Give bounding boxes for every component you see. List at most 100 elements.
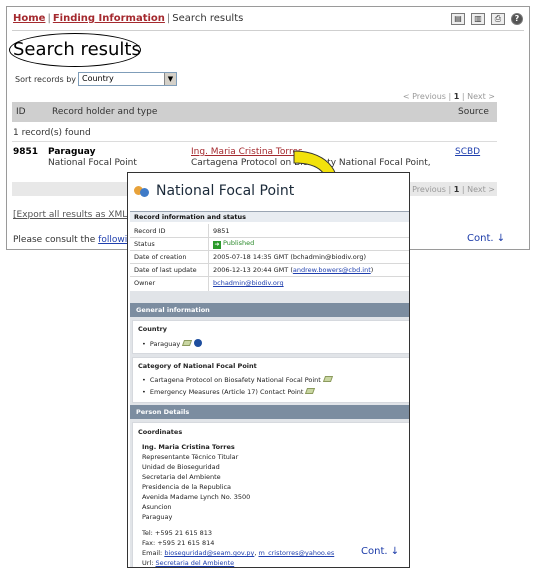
telephone: Tel: +595 21 615 813 (142, 529, 213, 537)
pager-separator: | (448, 185, 452, 194)
field-label: Date of creation (134, 253, 187, 261)
sort-label: Sort records by (15, 75, 77, 84)
records-found-count: 1 record(s) found (13, 128, 91, 138)
print-icon[interactable]: ⎙ (491, 13, 505, 25)
section-person-details: Person Details (130, 405, 409, 419)
coordinates-label: Coordinates (138, 428, 183, 436)
creation-date-value: 2005-07-18 14:35 GMT (bchadmin@biodiv.or… (213, 253, 366, 261)
export-xml-link[interactable]: [Export all results as XML] (13, 210, 131, 220)
toolbar: ▤ ▥ ⎙ ? (451, 13, 523, 25)
pager-bottom: < Previous | 1 | Next > (403, 185, 495, 194)
record-source-link[interactable]: SCBD (455, 147, 480, 157)
record-holder-link[interactable]: Ing. Maria Cristina Torres (191, 147, 303, 157)
owner-email-link[interactable]: bchadmin@biodiv.org (213, 279, 284, 287)
country-label: Country (138, 325, 168, 333)
category-value: Cartagena Protocol on Biosafety National… (149, 376, 321, 384)
status-value: Published (223, 239, 255, 247)
person-name-text: Ing. Maria Cristina Torres (142, 443, 235, 451)
divider (130, 250, 409, 251)
country-item: Paraguay (142, 339, 203, 348)
address-line: Unidad de Bioseguridad (142, 463, 220, 471)
field-label: Status (134, 240, 155, 248)
export-icon[interactable]: ▤ (451, 13, 465, 25)
pager-separator: | (461, 185, 465, 194)
category-item: Emergency Measures (Article 17) Contact … (142, 388, 316, 396)
detail-header: National Focal Point (128, 173, 409, 209)
breadcrumb-separator: | (47, 13, 51, 24)
breadcrumb-separator: | (166, 13, 171, 24)
record-id: 9851 (13, 147, 39, 157)
pager-next[interactable]: Next > (467, 185, 495, 194)
section-record-information: Record information and status (130, 211, 409, 222)
website-link[interactable]: Secretaria del Ambiente (156, 559, 235, 567)
pager-current-page: 1 (453, 185, 460, 194)
email-link-2[interactable]: m_cristorres@yahoo.es (258, 549, 334, 557)
pager-current-page: 1 (453, 92, 460, 101)
sort-select-value: Country (82, 74, 114, 83)
last-update-close: ) (370, 266, 374, 274)
published-icon: ➜ (213, 241, 221, 249)
globe-icon[interactable] (194, 339, 203, 347)
email-row: Email: bioseguridad@seam.gov.py, m_crist… (142, 549, 334, 557)
address-line: Representante Técnico Titular (142, 453, 239, 461)
record-type: National Focal Point (48, 158, 137, 168)
address-line: Secretaria del Ambiente (142, 473, 221, 481)
focal-point-detail-window: National Focal Point Record information … (127, 172, 410, 568)
divider (130, 276, 409, 277)
document-icon[interactable]: ▥ (471, 13, 485, 25)
edit-icon[interactable] (182, 340, 193, 346)
chevron-down-icon[interactable]: ▼ (164, 73, 176, 85)
divider (208, 224, 209, 291)
breadcrumb-current: Search results (172, 13, 244, 24)
record-id-value: 9851 (213, 227, 230, 235)
person-name: Ing. Maria Cristina Torres (142, 443, 235, 451)
breadcrumb: Home | Finding Information | Search results (13, 13, 243, 24)
email-link-1[interactable]: bioseguridad@seam.gov.py (164, 549, 254, 557)
email-label: Email: (142, 549, 163, 557)
pager-separator: | (461, 92, 465, 101)
country-box (132, 320, 409, 354)
url-row: Url: Secretaria del Ambiente (142, 559, 234, 567)
breadcrumb-finding-information-link[interactable]: Finding Information (53, 13, 165, 24)
category-value: Emergency Measures (Article 17) Contact … (149, 388, 304, 396)
edit-icon[interactable] (305, 388, 316, 394)
record-country: Paraguay (48, 147, 96, 157)
people-icon (134, 184, 150, 198)
owner-value: bchadmin@biodiv.org (213, 279, 284, 287)
email-separator: , (254, 549, 257, 557)
breadcrumb-home-link[interactable]: Home (13, 13, 45, 24)
detail-title: National Focal Point (156, 183, 295, 199)
sort-select[interactable]: Country ▼ (78, 72, 177, 86)
address-line: Asuncion (142, 503, 172, 511)
column-header-holder[interactable]: Record holder and type (52, 107, 157, 117)
edit-icon[interactable] (322, 376, 333, 382)
pager-previous[interactable]: < Previous (403, 92, 446, 101)
field-label: Record ID (134, 227, 166, 235)
help-icon[interactable]: ? (511, 13, 523, 25)
last-update-email-link[interactable]: andrew.bowers@cbd.int (293, 266, 371, 274)
section-general-information: General information (130, 303, 409, 317)
highlight-oval (9, 33, 141, 67)
status-badge: ➜ Published (213, 239, 254, 249)
address-line: Presidencia de la Republica (142, 483, 232, 491)
column-header-id[interactable]: ID (16, 107, 26, 117)
last-update-date: 2006-12-13 20:44 GMT ( (213, 266, 293, 274)
address-line: Paraguay (142, 513, 173, 521)
divider (12, 30, 524, 31)
column-header-source[interactable]: Source (458, 107, 489, 117)
divider (12, 141, 497, 142)
spacer (130, 291, 409, 303)
category-label: Category of National Focal Point (138, 362, 257, 370)
continued-marker: Cont. ↓ (361, 546, 400, 557)
consult-prefix: Please consult the (13, 235, 96, 245)
country-value: Paraguay (149, 340, 181, 348)
pager-next[interactable]: Next > (467, 92, 495, 101)
field-label: Owner (134, 279, 156, 287)
address-line: Avenida Madame Lynch No. 3500 (142, 493, 251, 501)
pager-separator: | (448, 92, 452, 101)
url-label: Url: (142, 559, 154, 567)
continued-marker: Cont. ↓ (467, 233, 506, 244)
category-item: Cartagena Protocol on Biosafety National… (142, 376, 333, 384)
divider (130, 263, 409, 264)
table-header: ID Record holder and type Source (12, 102, 497, 122)
